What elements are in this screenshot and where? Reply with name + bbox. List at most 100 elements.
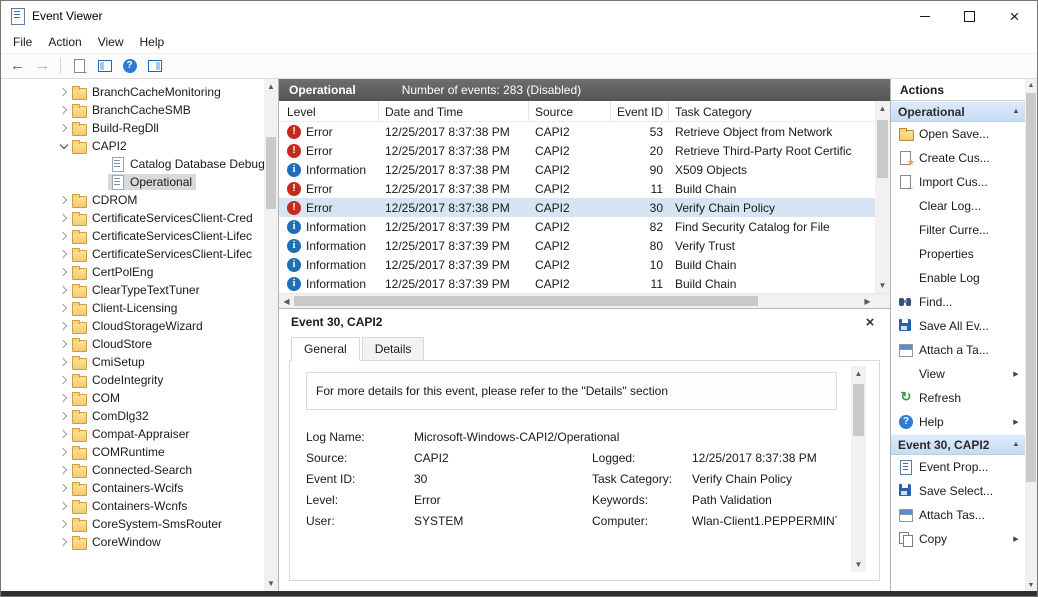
action-attach-task-to-event[interactable]: Attach Tas... xyxy=(891,503,1025,527)
action-properties[interactable]: Properties xyxy=(891,242,1025,266)
tree-chevron-spacer[interactable] xyxy=(95,158,108,171)
preview-tab[interactable]: Details xyxy=(362,337,425,361)
action-enable-log[interactable]: Enable Log xyxy=(891,266,1025,290)
chevron-right-icon[interactable] xyxy=(57,212,70,225)
chevron-right-icon[interactable] xyxy=(57,284,70,297)
back-button[interactable] xyxy=(5,55,30,77)
events-vertical-scrollbar[interactable] xyxy=(875,101,890,293)
action-create-custom-view[interactable]: Create Cus... xyxy=(891,146,1025,170)
scroll-down-icon[interactable] xyxy=(851,557,866,572)
event-row[interactable]: Information 12/25/2017 8:37:39 PM CAPI2 … xyxy=(279,236,875,255)
close-preview-icon[interactable] xyxy=(862,314,878,331)
close-button[interactable] xyxy=(992,1,1037,31)
event-row[interactable]: Information 12/25/2017 8:37:39 PM CAPI2 … xyxy=(279,274,875,293)
minimize-button[interactable] xyxy=(902,1,947,31)
tree-item[interactable]: Build-RegDll xyxy=(1,119,278,137)
event-row[interactable]: Information 12/25/2017 8:37:38 PM CAPI2 … xyxy=(279,160,875,179)
event-row[interactable]: Error 12/25/2017 8:37:38 PM CAPI2 53 Ret… xyxy=(279,122,875,141)
chevron-right-icon[interactable] xyxy=(57,536,70,549)
tree-item[interactable]: CodeIntegrity xyxy=(1,371,278,389)
menu-item[interactable]: Help xyxy=(132,32,173,52)
tree-item[interactable]: CmiSetup xyxy=(1,353,278,371)
forward-button[interactable] xyxy=(30,55,55,77)
tree-item[interactable]: CertPolEng xyxy=(1,263,278,281)
horizontal-scrollbar-thumb[interactable] xyxy=(294,296,758,306)
tree-item[interactable]: Client-Licensing xyxy=(1,299,278,317)
tree-item[interactable]: Catalog Database Debug xyxy=(1,155,278,173)
show-action-pane-button[interactable] xyxy=(142,55,167,77)
chevron-right-icon[interactable] xyxy=(57,518,70,531)
event-row[interactable]: Error 12/25/2017 8:37:38 PM CAPI2 30 Ver… xyxy=(279,198,875,217)
tree-item[interactable]: CoreSystem-SmsRouter xyxy=(1,515,278,533)
tree-item[interactable]: ComDlg32 xyxy=(1,407,278,425)
action-open-saved-log[interactable]: Open Save... xyxy=(891,122,1025,146)
actions-scrollbar-thumb[interactable] xyxy=(1026,93,1036,482)
export-list-button[interactable] xyxy=(67,55,92,77)
chevron-right-icon[interactable] xyxy=(57,230,70,243)
action-event-properties[interactable]: Event Prop... xyxy=(891,455,1025,479)
tree-item[interactable]: Containers-Wcnfs xyxy=(1,497,278,515)
menu-item[interactable]: View xyxy=(90,32,132,52)
chevron-right-icon[interactable] xyxy=(57,410,70,423)
chevron-right-icon[interactable] xyxy=(57,356,70,369)
chevron-right-icon[interactable] xyxy=(57,482,70,495)
tree-item[interactable]: CAPI2 xyxy=(1,137,278,155)
chevron-right-icon[interactable] xyxy=(57,194,70,207)
tree-item[interactable]: Operational xyxy=(1,173,278,191)
tree-item[interactable]: ClearTypeTextTuner xyxy=(1,281,278,299)
tree-item[interactable]: Compat-Appraiser xyxy=(1,425,278,443)
event-row[interactable]: Information 12/25/2017 8:37:39 PM CAPI2 … xyxy=(279,217,875,236)
column-header[interactable]: Level xyxy=(279,101,379,121)
tree-chevron-spacer[interactable] xyxy=(95,176,108,189)
chevron-right-icon[interactable] xyxy=(57,464,70,477)
scroll-down-icon[interactable] xyxy=(875,278,890,293)
chevron-right-icon[interactable] xyxy=(57,338,70,351)
event-row[interactable]: Information 12/25/2017 8:37:39 PM CAPI2 … xyxy=(279,255,875,274)
tree-item[interactable]: COM xyxy=(1,389,278,407)
column-header[interactable]: Event ID xyxy=(611,101,669,121)
action-refresh[interactable]: Refresh xyxy=(891,386,1025,410)
column-header[interactable]: Date and Time xyxy=(379,101,529,121)
events-scrollbar-thumb[interactable] xyxy=(877,120,888,178)
show-console-tree-button[interactable] xyxy=(92,55,117,77)
scroll-left-icon[interactable] xyxy=(279,294,294,308)
action-save-all-events-as[interactable]: Save All Ev... xyxy=(891,314,1025,338)
preview-scrollbar-thumb[interactable] xyxy=(853,384,864,436)
scroll-up-icon[interactable] xyxy=(264,79,278,94)
chevron-right-icon[interactable] xyxy=(57,86,70,99)
action-save-selected-events[interactable]: Save Select... xyxy=(891,479,1025,503)
preview-scrollbar[interactable] xyxy=(851,366,866,572)
events-horizontal-scrollbar[interactable] xyxy=(279,293,890,308)
actions-group-operational[interactable]: Operational xyxy=(891,101,1025,122)
action-filter-current-log[interactable]: Filter Curre... xyxy=(891,218,1025,242)
event-row[interactable]: Error 12/25/2017 8:37:38 PM CAPI2 20 Ret… xyxy=(279,141,875,160)
tree-item[interactable]: CertificateServicesClient-Lifec xyxy=(1,227,278,245)
chevron-right-icon[interactable] xyxy=(57,104,70,117)
chevron-right-icon[interactable] xyxy=(57,266,70,279)
tree-item[interactable]: BranchCacheMonitoring xyxy=(1,83,278,101)
tree-item[interactable]: COMRuntime xyxy=(1,443,278,461)
chevron-right-icon[interactable] xyxy=(57,500,70,513)
chevron-right-icon[interactable] xyxy=(57,428,70,441)
actions-group-event[interactable]: Event 30, CAPI2 xyxy=(891,434,1025,455)
action-help[interactable]: Help xyxy=(891,410,1025,434)
action-view[interactable]: View xyxy=(891,362,1025,386)
scroll-up-icon[interactable] xyxy=(875,101,890,116)
chevron-right-icon[interactable] xyxy=(57,320,70,333)
scroll-right-icon[interactable] xyxy=(860,294,875,308)
scroll-down-icon[interactable] xyxy=(264,576,278,591)
title-bar[interactable]: Event Viewer xyxy=(1,1,1037,31)
chevron-right-icon[interactable] xyxy=(57,248,70,261)
menu-item[interactable]: File xyxy=(5,32,40,52)
help-button[interactable] xyxy=(117,55,142,77)
tree-item[interactable]: Containers-Wcifs xyxy=(1,479,278,497)
tree-item[interactable]: CDROM xyxy=(1,191,278,209)
chevron-down-icon[interactable] xyxy=(57,140,70,153)
action-copy[interactable]: Copy xyxy=(891,527,1025,551)
tree-scrollbar[interactable] xyxy=(264,79,278,591)
scroll-down-icon[interactable] xyxy=(1025,579,1037,591)
action-clear-log[interactable]: Clear Log... xyxy=(891,194,1025,218)
chevron-right-icon[interactable] xyxy=(57,302,70,315)
chevron-right-icon[interactable] xyxy=(57,122,70,135)
tree-item[interactable]: CertificateServicesClient-Cred xyxy=(1,209,278,227)
